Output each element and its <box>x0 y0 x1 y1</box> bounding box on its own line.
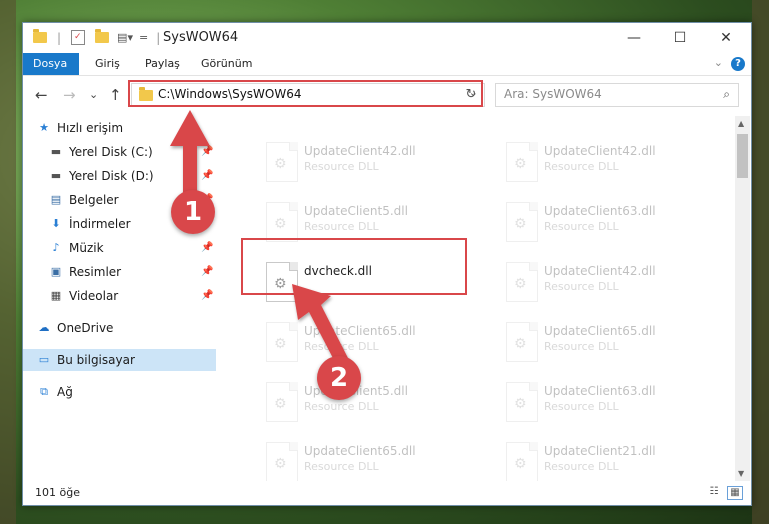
step-marker-2: 2 <box>317 356 361 400</box>
arrow-2-icon <box>292 284 348 364</box>
step-marker-1: 1 <box>171 190 215 234</box>
annotation-arrows <box>170 110 348 364</box>
